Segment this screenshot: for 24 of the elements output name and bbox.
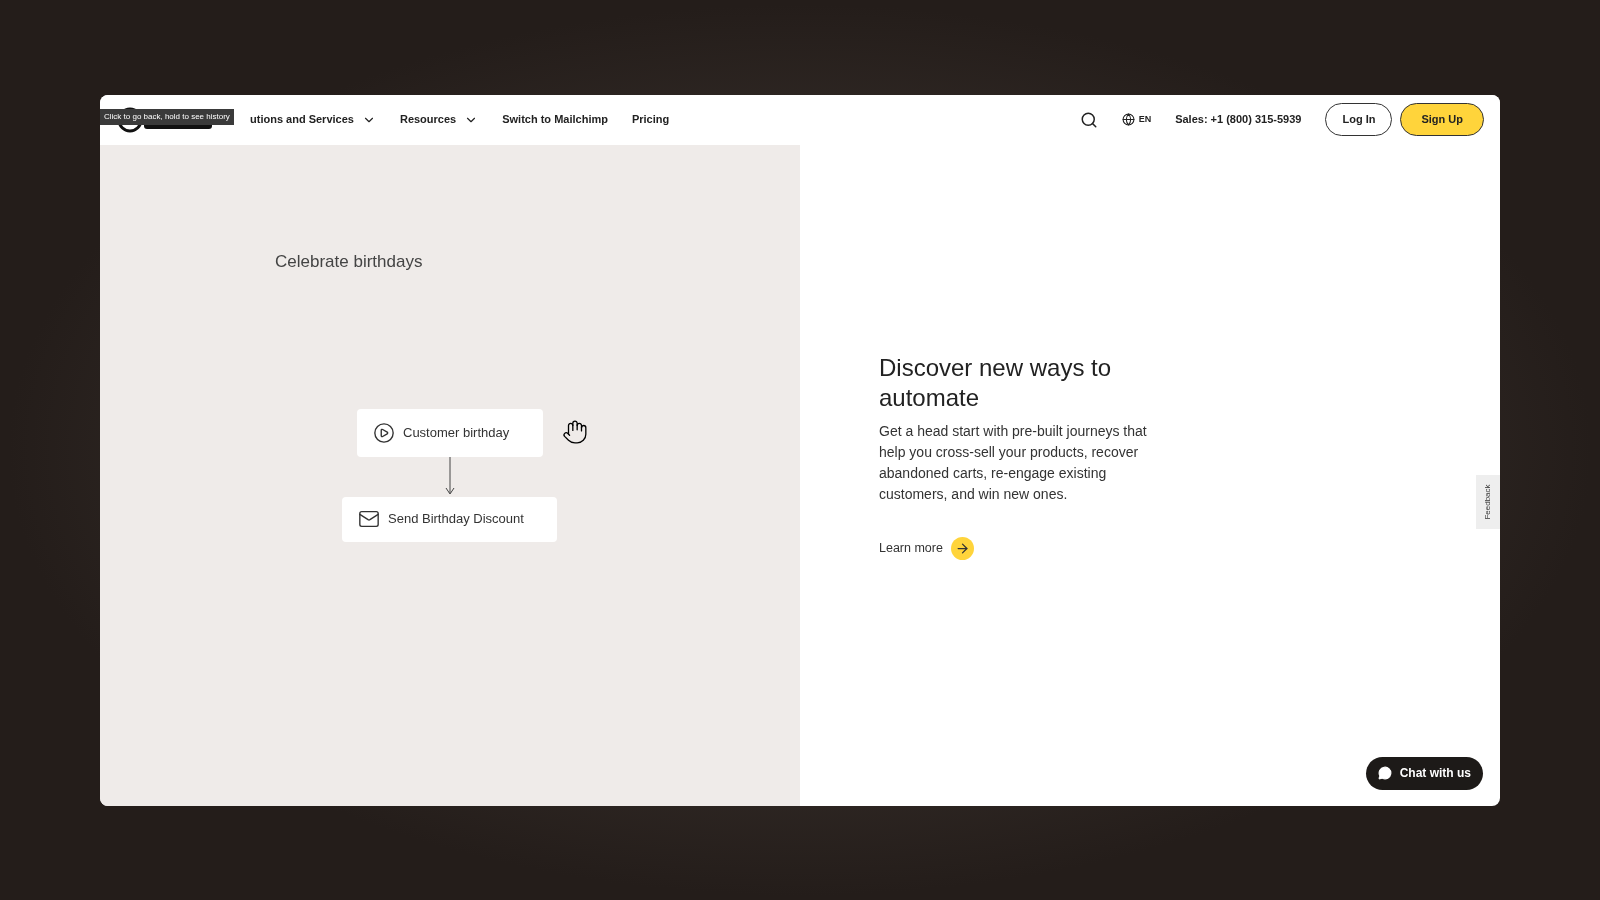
chat-button[interactable]: Chat with us	[1365, 756, 1483, 790]
nav-link[interactable]: Switch to Mailchimp	[502, 111, 608, 128]
hand-cursor-icon	[562, 418, 588, 445]
envelope-icon	[358, 508, 380, 530]
chat-bubble-icon	[1377, 766, 1392, 780]
action-node: Send Birthday Discount	[342, 496, 557, 542]
hero-body: Get a head start with pre-built journeys that help you cross-sell your products, recover abandoned carts, re-engage existing customers, and win new ones.	[879, 421, 1148, 504]
nav-link[interactable]: Pricing	[631, 111, 670, 128]
nav-link[interactable]: utions and Services	[250, 111, 376, 128]
play-icon	[373, 421, 395, 444]
signup-button[interactable]: Sign Up	[1400, 103, 1484, 136]
language-selector[interactable]: EN	[1121, 112, 1152, 127]
hero-heading: Discover new ways to automate	[879, 352, 1113, 413]
sales-phone: Sales: +1 (800) 315-5939	[1175, 112, 1302, 128]
search-icon[interactable]	[1079, 110, 1098, 129]
nav-link[interactable]: Resources	[399, 111, 479, 128]
globe-icon	[1121, 113, 1135, 126]
trigger-node: Customer birthday	[357, 408, 543, 457]
illustration-title: Celebrate birthdays	[275, 250, 423, 273]
login-button[interactable]: Log In	[1325, 103, 1393, 136]
connector-arrow	[444, 456, 456, 497]
arrow-right-icon	[950, 536, 974, 560]
feedback-tab[interactable]: Feedback	[1476, 474, 1500, 529]
learn-more-link[interactable]: Learn more	[879, 536, 974, 560]
